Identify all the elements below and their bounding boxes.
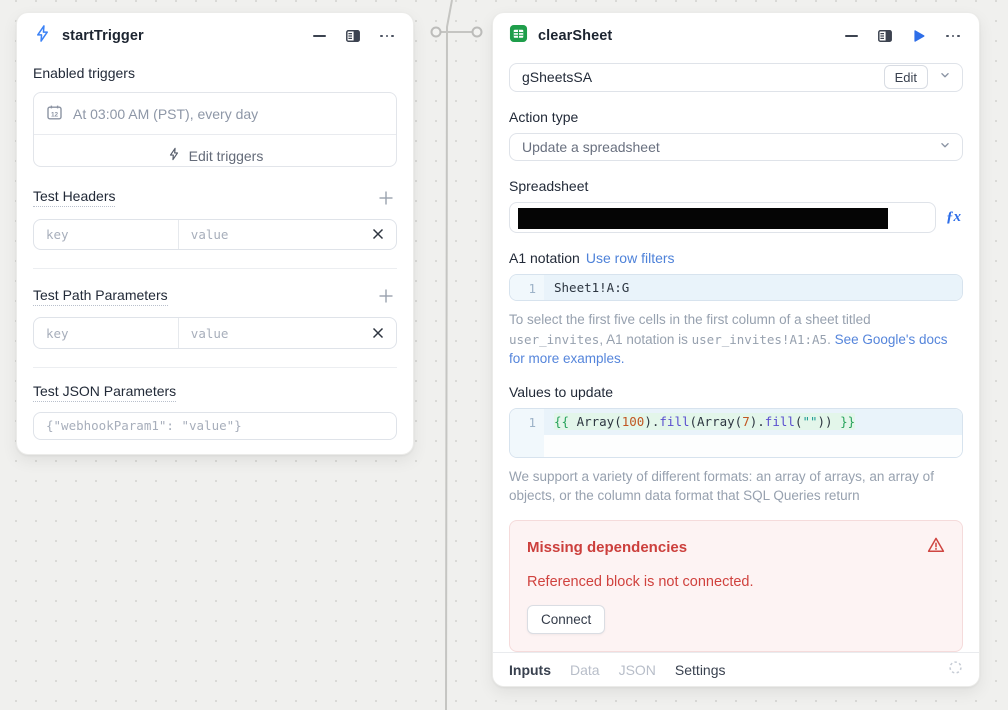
block-title[interactable]: clearSheet xyxy=(538,28,612,44)
redacted-value xyxy=(518,208,888,229)
loading-spinner-icon xyxy=(948,660,963,680)
line-number: 1 xyxy=(510,409,544,457)
values-to-update-label: Values to update xyxy=(509,384,963,400)
resource-name: gSheetsSA xyxy=(522,69,874,85)
a1-notation-editor[interactable]: 1 Sheet1!A:G xyxy=(509,274,963,301)
fx-button[interactable]: ƒx xyxy=(944,209,963,226)
values-code: {{ Array(100).fill(Array(7).fill("")) }} xyxy=(544,409,962,435)
test-json-parameters-input[interactable] xyxy=(34,413,396,439)
action-type-value: Update a spreadsheet xyxy=(522,139,938,155)
edit-resource-button[interactable]: Edit xyxy=(884,65,928,89)
edit-triggers-zap-icon xyxy=(167,147,181,164)
test-path-parameters-label: Test Path Parameters xyxy=(33,287,168,306)
more-menu-button[interactable] xyxy=(377,26,397,46)
trigger-zap-icon xyxy=(33,24,52,48)
google-sheets-icon xyxy=(509,24,528,48)
connect-button[interactable]: Connect xyxy=(527,605,605,634)
a1-notation-code: Sheet1!A:G xyxy=(544,275,962,300)
toggle-panel-button[interactable] xyxy=(875,26,895,46)
tab-settings[interactable]: Settings xyxy=(675,662,726,678)
chevron-down-icon xyxy=(938,138,952,157)
remove-test-header-button[interactable] xyxy=(360,220,396,250)
tab-json[interactable]: JSON xyxy=(619,662,656,678)
triggers-box: 12 At 03:00 AM (PST), every day Edit tri… xyxy=(33,92,397,167)
start-trigger-header: startTrigger xyxy=(17,13,413,57)
trigger-schedule-row[interactable]: 12 At 03:00 AM (PST), every day xyxy=(34,93,396,134)
test-path-parameter-key-input[interactable] xyxy=(34,318,178,348)
block-title[interactable]: startTrigger xyxy=(62,28,144,44)
a1-notation-label: A1 notation xyxy=(509,250,580,266)
block-start-trigger: startTrigger Enabled triggers 12 At 03:0… xyxy=(16,12,414,455)
block-footer-tabs: Inputs Data JSON Settings xyxy=(493,652,979,686)
use-row-filters-link[interactable]: Use row filters xyxy=(586,250,675,266)
edit-triggers-label: Edit triggers xyxy=(189,148,264,164)
test-json-parameters-box xyxy=(33,412,397,440)
spreadsheet-input[interactable] xyxy=(509,202,936,233)
values-to-update-editor[interactable]: 1 {{ Array(100).fill(Array(7).fill("")) … xyxy=(509,408,963,458)
test-path-parameter-row xyxy=(33,317,397,349)
test-header-value-input[interactable] xyxy=(179,220,360,250)
a1-notation-help: To select the first five cells in the fi… xyxy=(509,310,963,369)
edit-triggers-button[interactable]: Edit triggers xyxy=(34,135,396,167)
values-to-update-help: We support a variety of different format… xyxy=(509,467,963,506)
run-block-button[interactable] xyxy=(909,26,929,46)
test-header-row xyxy=(33,219,397,251)
toggle-panel-button[interactable] xyxy=(343,26,363,46)
add-test-path-parameter-button[interactable] xyxy=(375,285,397,307)
divider xyxy=(33,268,397,269)
minimize-button[interactable] xyxy=(309,26,329,46)
remove-test-path-parameter-button[interactable] xyxy=(360,318,396,348)
workflow-canvas: startTrigger Enabled triggers 12 At 03:0… xyxy=(0,0,1008,710)
block-clear-sheet: clearSheet gSheetsSA Edit Action xyxy=(492,12,980,687)
warning-triangle-icon xyxy=(927,536,945,559)
calendar-icon: 12 xyxy=(46,104,63,124)
spreadsheet-label: Spreadsheet xyxy=(509,178,963,194)
svg-text:12: 12 xyxy=(51,111,59,118)
tab-inputs[interactable]: Inputs xyxy=(509,662,551,678)
resource-selector[interactable]: gSheetsSA Edit xyxy=(509,63,963,92)
test-path-parameter-value-input[interactable] xyxy=(179,318,360,348)
divider xyxy=(33,367,397,368)
minimize-button[interactable] xyxy=(841,26,861,46)
test-header-key-input[interactable] xyxy=(34,220,178,250)
edge-port-right[interactable] xyxy=(473,28,482,37)
enabled-triggers-label: Enabled triggers xyxy=(33,65,397,81)
test-headers-label: Test Headers xyxy=(33,188,115,207)
more-menu-button[interactable] xyxy=(943,26,963,46)
trigger-schedule-text: At 03:00 AM (PST), every day xyxy=(73,106,258,122)
add-test-header-button[interactable] xyxy=(375,187,397,209)
action-type-select[interactable]: Update a spreadsheet xyxy=(509,133,963,162)
tab-data[interactable]: Data xyxy=(570,662,600,678)
alert-title: Missing dependencies xyxy=(527,539,687,556)
missing-dependencies-alert: Missing dependencies Referenced block is… xyxy=(509,520,963,652)
clear-sheet-header: clearSheet xyxy=(493,13,979,57)
chevron-down-icon xyxy=(938,68,952,87)
line-number: 1 xyxy=(510,275,544,300)
alert-message: Referenced block is not connected. xyxy=(527,574,945,590)
edge-port-left[interactable] xyxy=(432,28,441,37)
action-type-label: Action type xyxy=(509,109,963,125)
test-json-parameters-label: Test JSON Parameters xyxy=(33,383,176,402)
